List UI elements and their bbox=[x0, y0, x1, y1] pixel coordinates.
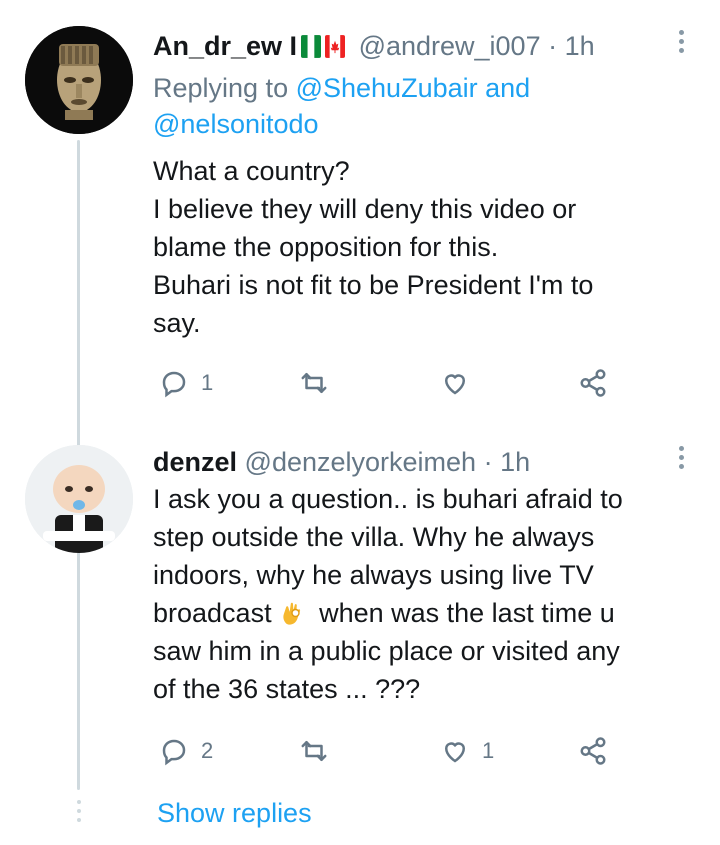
like-icon bbox=[440, 736, 470, 766]
mention-link[interactable]: @ShehuZubair bbox=[296, 73, 478, 103]
tweet-line: Buhari is not fit to be President I'm to bbox=[153, 270, 594, 300]
tweet-text: What a country? I believe they will deny… bbox=[153, 152, 693, 342]
tweet-actions: 2 1 bbox=[153, 731, 633, 771]
reply-button[interactable]: 1 bbox=[159, 363, 213, 403]
user-handle[interactable]: @denzelyorkeimeh bbox=[245, 447, 477, 477]
like-count: 1 bbox=[482, 738, 495, 763]
tweet-line: blame the opposition for this. bbox=[153, 232, 499, 262]
replying-and: and bbox=[477, 73, 531, 103]
tweet-header: denzel @denzelyorkeimeh · 1h bbox=[153, 444, 530, 480]
reply-count: 2 bbox=[201, 738, 214, 763]
timestamp[interactable]: 1h bbox=[565, 31, 595, 61]
user-handle[interactable]: @andrew_i007 bbox=[359, 31, 541, 61]
thread-continuation-dots bbox=[76, 800, 82, 830]
tweet-line: I ask you a question.. is buhari afraid … bbox=[153, 484, 623, 514]
more-icon[interactable] bbox=[676, 446, 686, 476]
tweet-text-segment: when was the last time u bbox=[311, 598, 615, 628]
nigeria-flag-icon bbox=[301, 35, 322, 58]
retweet-icon bbox=[299, 736, 329, 766]
separator: · bbox=[548, 31, 558, 61]
more-icon[interactable] bbox=[676, 30, 686, 60]
like-button[interactable] bbox=[440, 363, 482, 403]
display-name[interactable]: denzel bbox=[153, 447, 237, 477]
tweet-line-with-emoji: broadcast when was the last time u bbox=[153, 594, 693, 632]
share-button[interactable] bbox=[578, 731, 608, 771]
avatar[interactable] bbox=[25, 26, 133, 134]
tweet-line: indoors, why he always using live TV bbox=[153, 560, 594, 590]
replying-prefix: Replying to bbox=[153, 73, 296, 103]
reply-count: 1 bbox=[201, 370, 214, 395]
tweet-header: An_dr_ew I @andrew_i007 · 1h bbox=[153, 28, 595, 64]
tweet-text-segment: broadcast bbox=[153, 598, 272, 628]
share-icon bbox=[578, 736, 608, 766]
tweet-line: I believe they will deny this video or bbox=[153, 194, 577, 224]
retweet-button[interactable] bbox=[299, 363, 341, 403]
tweet-actions: 1 bbox=[153, 363, 633, 403]
share-icon bbox=[578, 368, 608, 398]
mention-link[interactable]: @nelsonitodo bbox=[153, 109, 319, 139]
separator: · bbox=[483, 447, 493, 477]
reply-icon bbox=[159, 368, 189, 398]
ok-hand-emoji bbox=[278, 599, 306, 627]
reply-button[interactable]: 2 bbox=[159, 731, 213, 771]
retweet-button[interactable] bbox=[299, 731, 341, 771]
tweet-line: of the 36 states ... ??? bbox=[153, 674, 421, 704]
display-name[interactable]: An_dr_ew I bbox=[153, 31, 297, 61]
show-replies-link[interactable]: Show replies bbox=[157, 795, 312, 831]
timestamp[interactable]: 1h bbox=[500, 447, 530, 477]
tweet-line: saw him in a public place or visited any bbox=[153, 636, 620, 666]
replying-to: Replying to @ShehuZubair and @nelsonitodo bbox=[153, 70, 673, 142]
like-button[interactable]: 1 bbox=[440, 731, 494, 771]
canada-flag-icon bbox=[325, 35, 346, 58]
like-icon bbox=[440, 368, 470, 398]
share-button[interactable] bbox=[578, 363, 608, 403]
reply-icon bbox=[159, 736, 189, 766]
tweet-line: step outside the villa. Why he always bbox=[153, 522, 595, 552]
tweet-text: I ask you a question.. is buhari afraid … bbox=[153, 480, 693, 708]
retweet-icon bbox=[299, 368, 329, 398]
tweet-line: What a country? bbox=[153, 156, 350, 186]
tweet-line: say. bbox=[153, 308, 201, 338]
avatar[interactable] bbox=[25, 445, 133, 553]
